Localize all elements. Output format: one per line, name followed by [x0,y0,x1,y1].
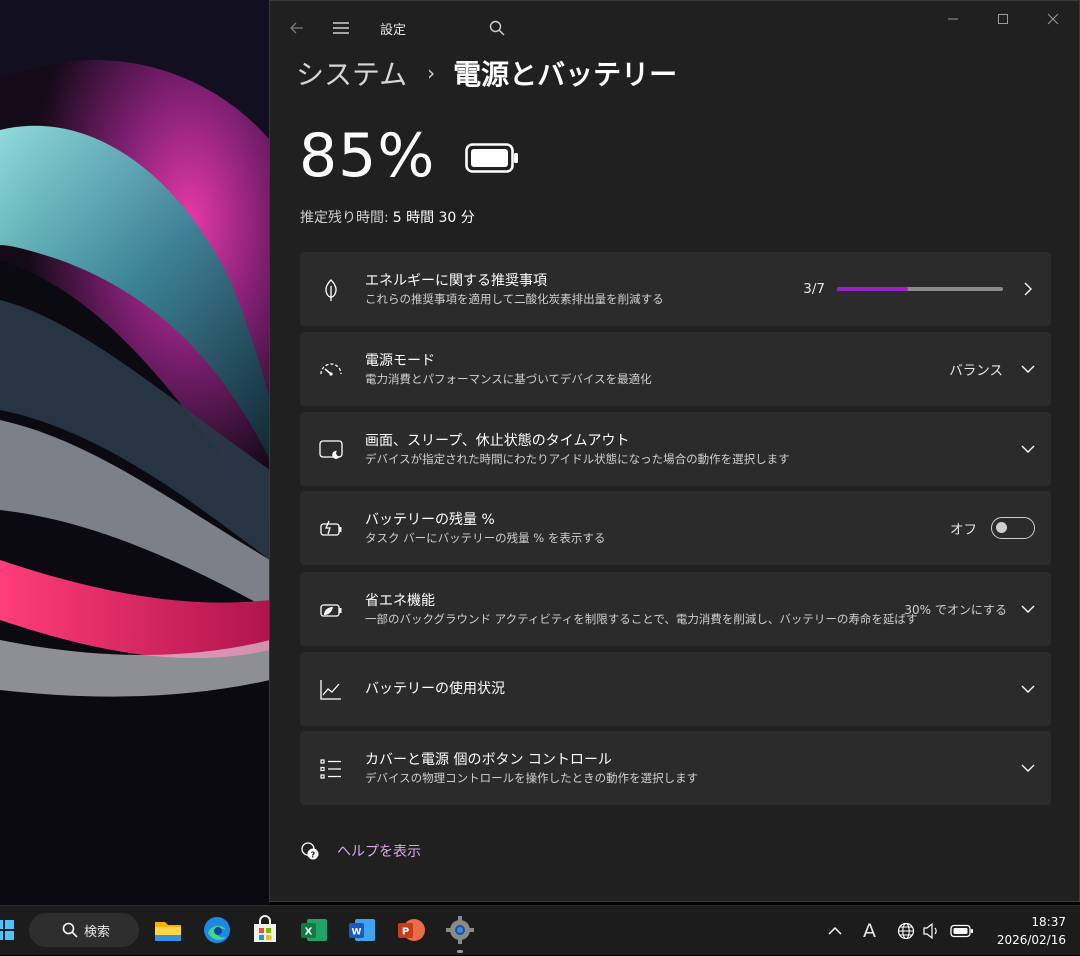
clock-time: 18:37 [1031,915,1066,929]
lid-power-button-subtitle: デバイスの物理コントロールを操作したときの動作を選択します [365,771,699,785]
battery-usage-card[interactable]: バッテリーの使用状況 [300,652,1051,726]
search-icon [62,922,78,938]
breadcrumb-separator: › [427,61,436,85]
hamburger-icon [333,22,349,34]
battery-tray-icon[interactable] [950,924,974,938]
energy-saver-card[interactable]: 省エネ機能 一部のバックグラウンド アクティビティを制限することで、電力消費を削… [300,572,1051,646]
excel-icon[interactable]: X [299,915,329,945]
powerpoint-icon[interactable]: P [396,915,426,945]
toggle-knob [996,522,1007,533]
help-chat-icon: ? [301,842,319,860]
globe-network-icon[interactable] [897,922,915,940]
battery-percentage-card: バッテリーの残量 % タスク バーにバッテリーの残量 % を表示する オフ [300,491,1051,565]
settings-window: 設定 システム › 電源とバッテリー 85% 推定残り時間:5 時間 30 分 [269,0,1080,902]
energy-recommendations-card[interactable]: エネルギーに関する推奨事項 これらの推奨事項を適用して二酸化炭素排出量を削減する… [300,252,1051,326]
chevron-down-icon [1021,761,1035,775]
power-mode-subtitle: 電力消費とパフォーマンスに基づいてデバイスを最適化 [365,372,652,386]
energy-recommendations-title: エネルギーに関する推奨事項 [365,273,547,289]
energy-saver-subtitle: 一部のバックグラウンド アクティビティを制限することで、電力消費を削減し、バッテ… [365,612,918,626]
lid-power-button-card[interactable]: カバーと電源 個のボタン コントロール デバイスの物理コントロールを操作したとき… [300,731,1051,805]
maximize-button[interactable] [980,7,1026,31]
leaf-icon [325,279,337,301]
minimize-button[interactable] [930,7,976,31]
battery-icon [465,143,519,173]
app-title: 設定 [380,23,407,38]
taskbar-clock[interactable]: 18:37 2026/02/16 [997,913,1066,949]
settings-gear-icon[interactable] [445,915,475,945]
back-button[interactable] [280,11,314,45]
battery-percentage-title: バッテリーの残量 % [365,512,495,528]
energy-progress-fill [837,287,909,291]
line-chart-icon [320,680,341,700]
chevron-down-icon [1021,602,1035,616]
breadcrumb-system[interactable]: システム [296,53,407,93]
file-explorer-icon[interactable] [153,915,183,945]
battery-percentage-subtitle: タスク バーにバッテリーの残量 % を表示する [365,531,606,545]
list-icon [320,759,341,779]
close-button[interactable] [1030,7,1076,31]
remaining-time: 推定残り時間: 5 時間 30 分 [300,207,475,227]
energy-recommendations-subtitle: これらの推奨事項を適用して二酸化炭素排出量を削減する [365,292,664,306]
maximize-icon [998,14,1008,24]
svg-text:P: P [402,927,409,938]
energy-saver-value[interactable]: 30% でオンにする [904,601,1007,618]
remaining-time-value: 5 時間 30 分 [392,210,475,226]
battery-leaf-icon [320,604,342,617]
timeout-title: 画面、スリープ、休止状態のタイムアウト [365,433,630,449]
battery-charge-icon [320,520,342,536]
battery-percentage-toggle[interactable] [991,517,1035,539]
energy-progress-bar [837,287,1003,291]
taskbar: 検索 X W P A 18:37 2026/02/16 [0,905,1080,955]
word-icon[interactable]: W [347,915,377,945]
battery-usage-title: バッテリーの使用状況 [365,681,505,697]
ime-indicator[interactable]: A [863,906,876,956]
page-title: 電源とバッテリー [453,58,678,91]
svg-text:X: X [305,927,313,938]
gauge-icon [320,363,342,376]
battery-percent: 85% [299,121,436,191]
minimize-icon [948,18,958,20]
svg-text:W: W [352,928,362,938]
close-icon [1047,13,1059,25]
menu-button[interactable] [324,11,358,45]
chevron-up-icon[interactable] [828,926,842,936]
chevron-right-icon [1021,282,1035,296]
arrow-left-icon [290,22,303,34]
remaining-time-label: 推定残り時間: [300,210,389,226]
help-link[interactable]: ? ヘルプを表示 [300,841,421,861]
power-mode-card[interactable]: 電源モード 電力消費とパフォーマンスに基づいてデバイスを最適化 バランス [300,332,1051,406]
title-bar: 設定 [270,1,1079,55]
chevron-down-icon [1021,682,1035,696]
power-mode-value[interactable]: バランス [949,359,1003,379]
energy-progress-text: 3/7 [803,281,825,297]
chevron-down-icon [1021,362,1035,376]
power-mode-title: 電源モード [365,353,435,369]
search-icon [489,20,505,36]
clock-date: 2026/02/16 [996,933,1066,947]
windows-start-icon[interactable] [0,920,14,940]
screen-moon-icon [319,440,343,459]
speaker-volume-icon[interactable] [922,923,942,939]
energy-saver-title: 省エネ機能 [365,593,435,609]
taskbar-search[interactable]: 検索 [29,913,139,947]
microsoft-store-icon[interactable] [250,915,280,945]
toggle-state-label: オフ [950,522,977,538]
lid-power-button-title: カバーと電源 個のボタン コントロール [365,752,612,768]
chevron-down-icon [1021,442,1035,456]
battery-summary: 85% [299,121,519,191]
search-button[interactable] [480,11,514,45]
edge-browser-icon[interactable] [202,915,232,945]
timeout-subtitle: デバイスが指定された時間にわたりアイドル状態になった場合の動作を選択します [365,452,790,466]
breadcrumb: システム › 電源とバッテリー [296,51,677,95]
svg-text:?: ? [311,851,316,860]
taskbar-search-label: 検索 [84,924,111,940]
screen-sleep-timeout-card[interactable]: 画面、スリープ、休止状態のタイムアウト デバイスが指定された時間にわたりアイドル… [300,412,1051,486]
help-link-label[interactable]: ヘルプを表示 [337,841,421,861]
active-app-indicator [457,950,463,953]
